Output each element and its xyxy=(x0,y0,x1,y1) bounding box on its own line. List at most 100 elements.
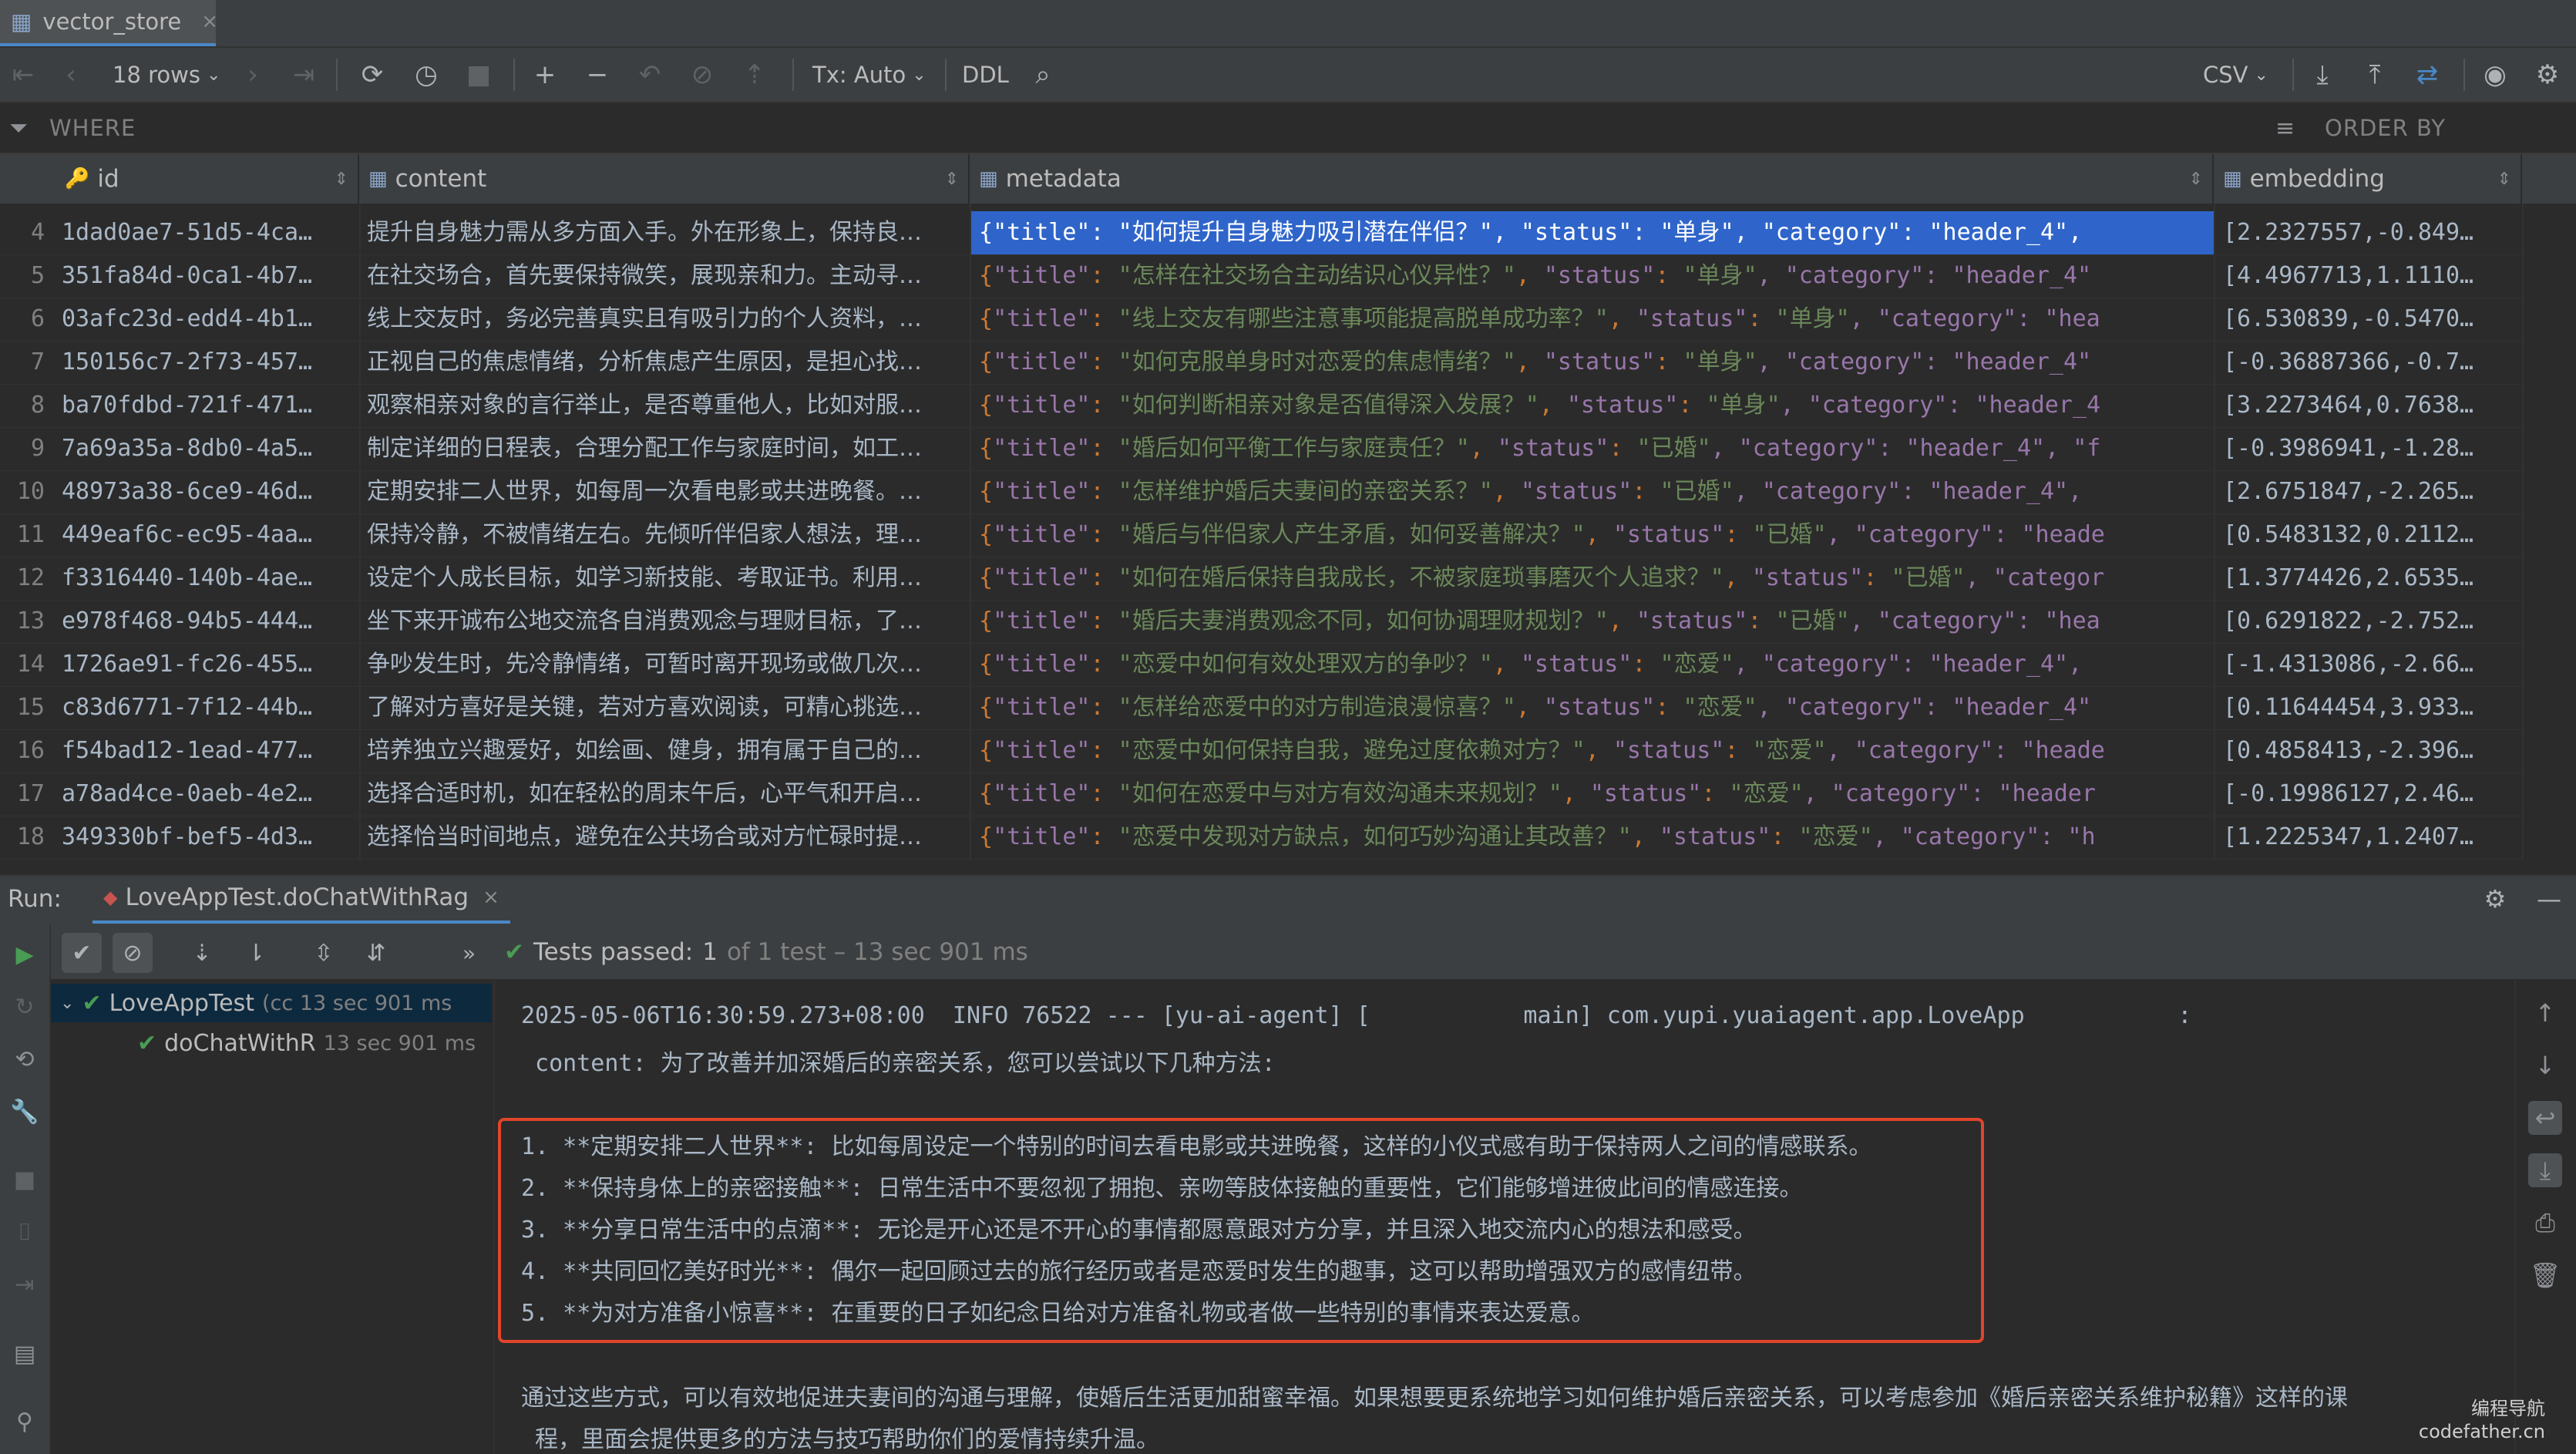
export-format-dropdown[interactable]: CSV ⌄ xyxy=(2203,48,2268,102)
order-by-input[interactable]: ORDER BY xyxy=(2325,103,2446,153)
rows-count-dropdown[interactable]: 18 rows ⌄ xyxy=(113,48,220,102)
cell-embedding[interactable]: [2.6751847,-2.265… xyxy=(2215,470,2522,513)
cell-embedding[interactable]: [1.3774426,2.6535… xyxy=(2215,557,2522,600)
cell-content[interactable]: 了解对方喜好是关键，若对方喜欢阅读，可精心挑选… xyxy=(359,686,970,729)
search-icon[interactable]: ⌕ xyxy=(1025,48,1061,102)
cell-embedding[interactable]: [0.4858413,-2.396… xyxy=(2215,729,2522,772)
cell-embedding[interactable]: [0.6291822,-2.752… xyxy=(2215,600,2522,643)
cell-metadata[interactable]: {"title": "如何克服单身时对恋爱的焦虑情绪？", "status": … xyxy=(971,341,2214,384)
cell-content[interactable]: 争吵发生时，先冷静情绪，可暂时离开现场或做几次… xyxy=(359,643,970,686)
cell-content[interactable]: 培养独立兴趣爱好，如绘画、健身，拥有属于自己的… xyxy=(359,729,970,772)
cell-id[interactable]: ba70fdbd-721f-471… xyxy=(54,384,359,427)
close-tab-icon[interactable]: × xyxy=(483,886,499,909)
cell-id[interactable]: 1726ae91-fc26-455… xyxy=(54,643,359,686)
rerun-icon[interactable]: ▶ xyxy=(9,939,40,970)
cell-embedding[interactable]: [2.2327557,-0.849… xyxy=(2215,211,2522,254)
toggle-auto-test-icon[interactable]: ⟲ xyxy=(9,1044,40,1075)
add-row-icon[interactable]: + xyxy=(527,48,563,102)
compare-icon[interactable]: ⇄ xyxy=(2410,48,2445,102)
tab-vector-store[interactable]: ▦ vector_store × xyxy=(0,0,218,46)
arrow-up-icon[interactable]: ↑ xyxy=(2528,996,2562,1030)
history-icon[interactable]: ◷ xyxy=(409,48,444,102)
settings-gear-icon[interactable]: ⚙ xyxy=(2477,874,2513,924)
exit-icon[interactable]: ⇥ xyxy=(9,1269,40,1300)
wrench-icon[interactable]: 🔧 xyxy=(9,1096,40,1127)
more-actions-icon[interactable]: » xyxy=(462,933,476,973)
sort-by-duration-icon[interactable]: ⇂ xyxy=(236,933,276,973)
cell-metadata[interactable]: {"title": "如何在婚后保持自我成长，不被家庭琐事磨灭个人追求？", "… xyxy=(971,557,2214,600)
cell-content[interactable]: 线上交友时，务必完善真实且有吸引力的个人资料，… xyxy=(359,298,970,341)
sort-alphabetically-icon[interactable]: ⇣ xyxy=(182,933,222,973)
cell-content[interactable]: 选择合适时机，如在轻松的周末午后，心平气和开启… xyxy=(359,772,970,816)
cell-id[interactable]: 03afc23d-edd4-4b1… xyxy=(54,298,359,341)
cell-content[interactable]: 定期安排二人世界，如每周一次看电影或共进晚餐。… xyxy=(359,470,970,513)
cell-id[interactable]: 449eaf6c-ec95-4aa… xyxy=(54,513,359,557)
scroll-to-end-icon[interactable]: ⤓ xyxy=(2528,1153,2562,1187)
sort-toggle-icon[interactable]: ⇕ xyxy=(2189,170,2203,189)
column-header-embedding[interactable]: ▦ embedding ⇕ xyxy=(2214,154,2522,204)
download-icon[interactable]: ⤓ xyxy=(2305,48,2340,102)
close-tab-icon[interactable]: × xyxy=(201,10,218,33)
column-header-metadata[interactable]: ▦ metadata ⇕ xyxy=(970,154,2214,204)
cell-id[interactable]: 1dad0ae7-51d5-4ca… xyxy=(54,211,359,254)
cell-metadata[interactable]: {"title": "婚后夫妻消费观念不同，如何协调理财规划？", "statu… xyxy=(971,600,2214,643)
cell-content[interactable]: 提升自身魅力需从多方面入手。外在形象上，保持良… xyxy=(359,211,970,254)
first-page-icon[interactable]: ⇤ xyxy=(6,48,40,102)
cell-embedding[interactable]: [1.2225347,1.2407… xyxy=(2215,816,2522,859)
refresh-icon[interactable]: ⟳ xyxy=(355,48,390,102)
cell-id[interactable]: c83d6771-7f12-44b… xyxy=(54,686,359,729)
submit-icon[interactable]: ⇡ xyxy=(737,48,772,102)
sort-toggle-icon[interactable]: ⇕ xyxy=(2497,170,2511,189)
transaction-mode-dropdown[interactable]: Tx: Auto ⌄ xyxy=(812,48,926,102)
cell-embedding[interactable]: [-0.36887366,-0.7… xyxy=(2215,341,2522,384)
cell-content[interactable]: 在社交场合，首先要保持微笑，展现亲和力。主动寻… xyxy=(359,254,970,298)
cell-id[interactable]: 351fa84d-0ca1-4b7… xyxy=(54,254,359,298)
cell-embedding[interactable]: [6.530839,-0.5470… xyxy=(2215,298,2522,341)
last-page-icon[interactable]: ⇥ xyxy=(287,48,321,102)
cell-metadata[interactable]: {"title": "线上交友有哪些注意事项能提高脱单成功率？", "statu… xyxy=(971,298,2214,341)
cell-content[interactable]: 设定个人成长目标，如学习新技能、考取证书。利用… xyxy=(359,557,970,600)
tree-node-test-class[interactable]: ⌄ ✔ LoveAppTest (cc 13 sec 901 ms xyxy=(60,984,452,1022)
column-header-id[interactable]: 🔑 id ⇕ xyxy=(55,154,359,204)
cell-embedding[interactable]: [0.5483132,0.2112… xyxy=(2215,513,2522,557)
cell-id[interactable]: 48973a38-6ce9-46d… xyxy=(54,470,359,513)
where-filter-input[interactable]: WHERE xyxy=(49,103,136,153)
ddl-button[interactable]: DDL xyxy=(962,48,1009,102)
cell-embedding[interactable]: [3.2273464,0.7638… xyxy=(2215,384,2522,427)
cell-embedding[interactable]: [-0.3986941,-1.28… xyxy=(2215,427,2522,470)
trash-icon[interactable]: 🗑 xyxy=(2528,1258,2562,1292)
show-passed-toggle-icon[interactable]: ✔ xyxy=(62,933,102,973)
soft-wrap-icon[interactable]: ↩ xyxy=(2528,1101,2562,1135)
cell-id[interactable]: a78ad4ce-0aeb-4e2… xyxy=(54,772,359,816)
cell-embedding[interactable]: [0.11644454,3.933… xyxy=(2215,686,2522,729)
upload-icon[interactable]: ⤒ xyxy=(2357,48,2393,102)
prev-page-icon[interactable]: ‹ xyxy=(54,48,88,102)
camera-icon[interactable]: ⌷ xyxy=(9,1217,40,1247)
cell-id[interactable]: f3316440-140b-4ae… xyxy=(54,557,359,600)
arrow-down-icon[interactable]: ↓ xyxy=(2528,1048,2562,1082)
preview-changes-icon[interactable]: ⊘ xyxy=(684,48,720,102)
cell-id[interactable]: 349330bf-bef5-4d3… xyxy=(54,816,359,859)
cell-embedding[interactable]: [-1.4313086,-2.66… xyxy=(2215,643,2522,686)
delete-row-icon[interactable]: − xyxy=(580,48,615,102)
sort-toggle-icon[interactable]: ⇕ xyxy=(945,170,959,189)
run-config-tab[interactable]: ◆ LoveAppTest.doChatWithRag × xyxy=(92,874,510,924)
cell-metadata[interactable]: {"title": "怎样在社交场合主动结识心仪异性？", "status": … xyxy=(971,254,2214,298)
cell-metadata[interactable]: {"title": "如何判断相亲对象是否值得深入发展？", "status":… xyxy=(971,384,2214,427)
cell-id[interactable]: f54bad12-1ead-477… xyxy=(54,729,359,772)
cell-metadata[interactable]: {"title": "如何在恋爱中与对方有效沟通未来规划？", "status"… xyxy=(971,772,2214,816)
revert-icon[interactable]: ↶ xyxy=(632,48,668,102)
column-header-content[interactable]: ▦ content ⇕ xyxy=(359,154,970,204)
expand-all-icon[interactable]: ⇳ xyxy=(304,933,344,973)
cell-metadata[interactable]: {"title": "恋爱中如何保持自我，避免过度依赖对方？", "status… xyxy=(971,729,2214,772)
collapse-all-icon[interactable]: ⇵ xyxy=(356,933,396,973)
cell-metadata[interactable]: {"title": "怎样给恋爱中的对方制造浪漫惊喜？", "status": … xyxy=(971,686,2214,729)
cell-id[interactable]: e978f468-94b5-444… xyxy=(54,600,359,643)
hide-panel-icon[interactable]: — xyxy=(2531,874,2567,924)
pin-icon[interactable]: ⚲ xyxy=(9,1406,40,1437)
show-ignored-toggle-icon[interactable]: ⊘ xyxy=(113,933,153,973)
cell-content[interactable]: 坐下来开诚布公地交流各自消费观念与理财目标，了… xyxy=(359,600,970,643)
cell-metadata[interactable]: {"title": "恋爱中发现对方缺点，如何巧妙沟通让其改善？", "stat… xyxy=(971,816,2214,859)
view-icon[interactable]: ◉ xyxy=(2477,48,2513,102)
cell-id[interactable]: 7a69a35a-8db0-4a5… xyxy=(54,427,359,470)
